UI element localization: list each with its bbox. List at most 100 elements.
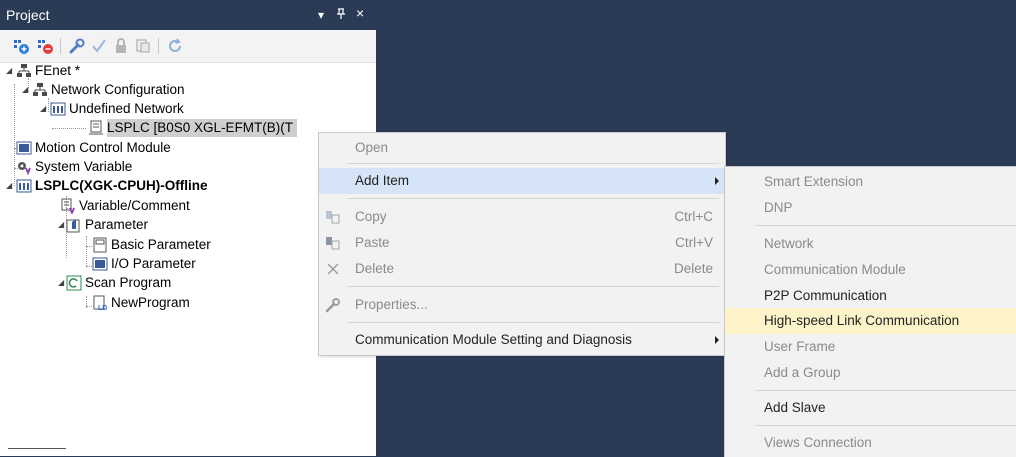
- ladder-program-icon: LD: [93, 295, 107, 311]
- menu-label: Smart Extension: [764, 174, 864, 189]
- tree-line: [52, 128, 86, 129]
- menu-label: User Frame: [764, 339, 836, 354]
- tree-label: LSPLC(XGK-CPUH)-Offline: [35, 178, 208, 193]
- submenu-item-network[interactable]: Network: [725, 231, 1016, 257]
- tree-label: Basic Parameter: [111, 237, 211, 252]
- menu-label: Delete: [355, 261, 395, 276]
- delete-icon: [327, 263, 339, 275]
- collapse-arrow-icon[interactable]: ◢: [22, 85, 31, 94]
- tree-label: Variable/Comment: [79, 198, 190, 213]
- collapse-arrow-icon[interactable]: ◢: [6, 181, 15, 190]
- submenu-item-add-slave[interactable]: Add Slave: [725, 395, 1016, 421]
- menu-item-add-item[interactable]: Add Item: [319, 168, 725, 194]
- menu-separator: [347, 163, 719, 164]
- menu-separator: [347, 286, 719, 287]
- panel-scrollbar[interactable]: [8, 448, 66, 449]
- tree-label: Scan Program: [85, 275, 172, 290]
- system-variable-icon: [18, 162, 31, 175]
- toolbar-separator: [60, 38, 61, 54]
- submenu-item-p2p[interactable]: P2P Communication: [725, 283, 1016, 309]
- basic-parameter-icon: [93, 237, 107, 253]
- menu-label: Open: [355, 140, 389, 155]
- menu-separator: [755, 425, 1016, 426]
- context-menu: Open Add Item Copy Ctrl+C Paste Ctrl+V D…: [318, 132, 726, 356]
- variable-comment-icon: [61, 198, 75, 214]
- add-item-submenu: Smart Extension DNP Network Communicatio…: [724, 166, 1016, 457]
- module-icon: [89, 120, 103, 135]
- tree-label: Parameter: [85, 217, 149, 232]
- wrench-icon[interactable]: [68, 37, 86, 55]
- menu-separator: [755, 390, 1016, 391]
- menu-item-properties[interactable]: Properties...: [319, 292, 725, 318]
- dropdown-icon[interactable]: ▾: [318, 8, 324, 22]
- menu-item-comm-module-setting[interactable]: Communication Module Setting and Diagnos…: [319, 327, 725, 353]
- menu-separator: [347, 322, 719, 323]
- submenu-item-communication-module[interactable]: Communication Module: [725, 257, 1016, 283]
- close-icon[interactable]: ×: [356, 6, 364, 20]
- remove-network-icon[interactable]: [36, 37, 54, 55]
- menu-item-copy[interactable]: Copy Ctrl+C: [319, 204, 725, 230]
- copy-icon: [326, 211, 340, 224]
- shortcut-label: Ctrl+V: [675, 235, 713, 250]
- panel-header: Project ▾ ×: [0, 0, 376, 30]
- wrench-icon: [325, 298, 340, 313]
- tree-label: LSPLC [B0S0 XGL-EFMT(B)(T: [107, 119, 298, 137]
- network-tree-icon: [17, 64, 31, 77]
- tree-label: System Variable: [35, 159, 133, 174]
- lock-icon[interactable]: [112, 37, 130, 55]
- add-network-icon[interactable]: [12, 37, 30, 55]
- undefined-network-icon: [50, 102, 66, 116]
- submenu-arrow-icon: [715, 336, 719, 344]
- submenu-item-user-frame[interactable]: User Frame: [725, 334, 1016, 360]
- submenu-item-highspeed-link[interactable]: High-speed Link Communication: [725, 308, 1016, 334]
- motion-module-icon: [16, 141, 32, 155]
- submenu-item-smart-extension[interactable]: Smart Extension: [725, 169, 1016, 195]
- collapse-arrow-icon[interactable]: ◢: [6, 66, 15, 75]
- network-config-icon: [33, 83, 47, 96]
- menu-label: P2P Communication: [764, 288, 887, 303]
- menu-label: Communication Module Setting and Diagnos…: [355, 332, 632, 347]
- menu-label: High-speed Link Communication: [764, 313, 960, 328]
- tree-label: FEnet *: [35, 63, 81, 78]
- menu-label: Add a Group: [764, 365, 841, 380]
- tree-line: [14, 84, 15, 186]
- tree-label: Network Configuration: [51, 82, 185, 97]
- menu-label: Add Item: [355, 173, 410, 188]
- project-toolbar: [0, 30, 376, 63]
- menu-item-delete[interactable]: Delete Delete: [319, 256, 725, 282]
- menu-label: Properties...: [355, 297, 428, 312]
- menu-label: Paste: [355, 235, 390, 250]
- tree-label: I/O Parameter: [111, 256, 196, 271]
- submenu-item-views-connection[interactable]: Views Connection: [725, 430, 1016, 456]
- menu-separator: [755, 225, 1016, 226]
- plc-cpu-icon: [16, 179, 32, 193]
- shortcut-label: Delete: [673, 261, 713, 276]
- toolbar-separator: [158, 38, 159, 54]
- menu-item-paste[interactable]: Paste Ctrl+V: [319, 230, 725, 256]
- menu-label: Add Slave: [764, 400, 826, 415]
- svg-text:LD: LD: [98, 305, 107, 311]
- tree-label: Motion Control Module: [35, 140, 171, 155]
- collapse-arrow-icon[interactable]: ◢: [40, 104, 49, 113]
- panel-title: Project: [6, 7, 50, 23]
- check-icon[interactable]: [90, 37, 108, 55]
- tree-label: Undefined Network: [69, 101, 184, 116]
- shortcut-label: Ctrl+C: [674, 209, 713, 224]
- tree-line: [86, 236, 87, 266]
- submenu-item-add-group[interactable]: Add a Group: [725, 360, 1016, 386]
- scan-program-icon: [66, 275, 82, 291]
- tree-label: NewProgram: [111, 295, 190, 310]
- menu-label: Copy: [355, 209, 387, 224]
- submenu-item-dnp[interactable]: DNP: [725, 195, 1016, 221]
- menu-item-open[interactable]: Open: [319, 135, 725, 161]
- paste-icon: [326, 237, 340, 250]
- submenu-arrow-icon: [715, 177, 719, 185]
- pin-icon[interactable]: [336, 8, 346, 23]
- menu-label: Communication Module: [764, 262, 906, 277]
- refresh-icon[interactable]: [166, 37, 184, 55]
- io-parameter-icon: [92, 257, 108, 271]
- parameter-icon: [66, 219, 80, 233]
- menu-label: Views Connection: [764, 435, 872, 450]
- copy-module-icon[interactable]: [134, 37, 152, 55]
- menu-label: Network: [764, 236, 814, 251]
